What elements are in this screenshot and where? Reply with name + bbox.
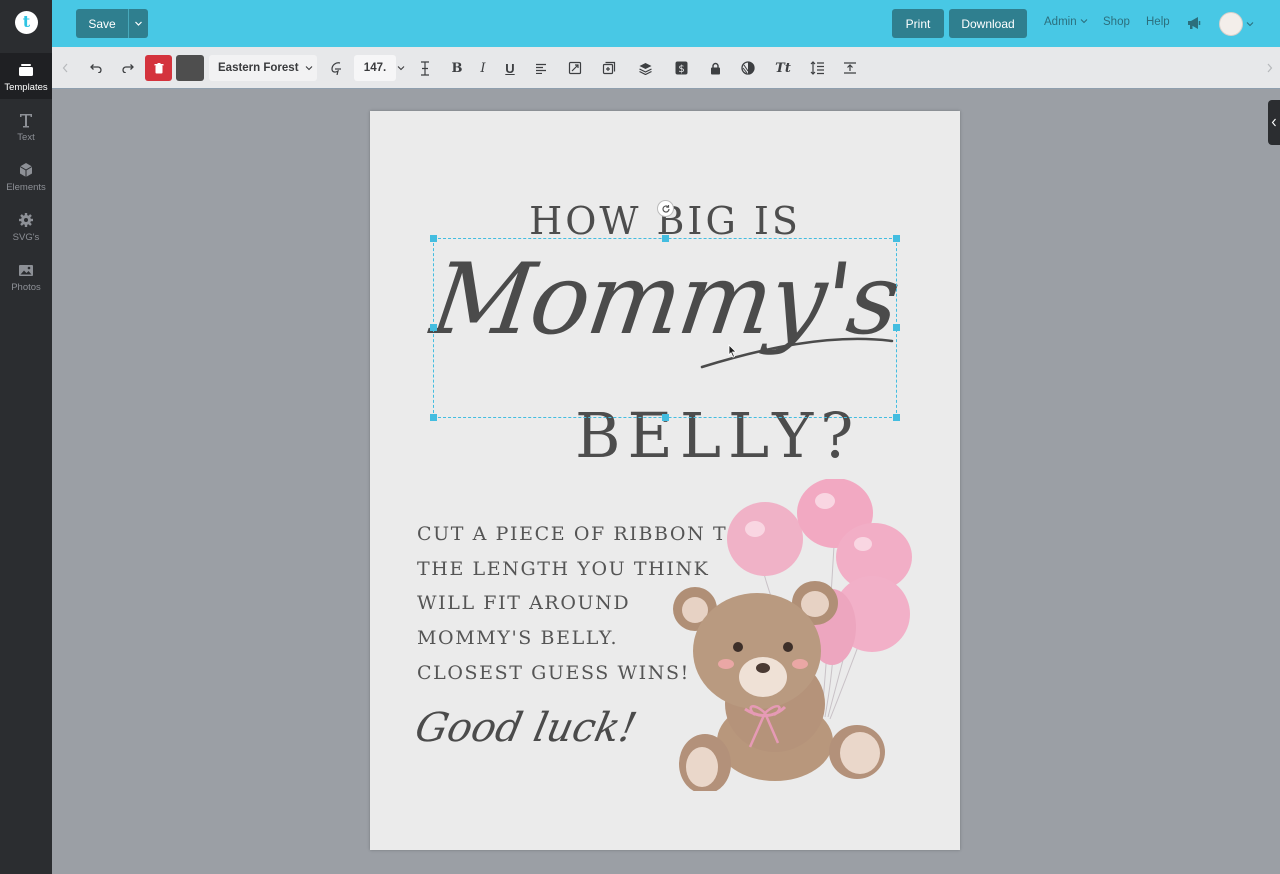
chevron-left-icon xyxy=(1271,118,1276,127)
undo-icon xyxy=(89,64,102,73)
text-transform-button[interactable]: Tt xyxy=(771,57,795,79)
avatar[interactable] xyxy=(1219,12,1243,36)
resize-handle[interactable] xyxy=(430,324,437,331)
sidebar-item-label: Elements xyxy=(6,182,46,193)
align-left-icon xyxy=(536,63,546,74)
save-button-group: Save xyxy=(76,9,148,38)
chevron-left-icon xyxy=(62,63,67,73)
templates-icon xyxy=(19,64,33,76)
sign-off-text[interactable]: Good luck! xyxy=(411,705,640,751)
megaphone-icon[interactable] xyxy=(1186,15,1203,31)
chevron-down-icon[interactable] xyxy=(1246,20,1254,28)
selection-box[interactable] xyxy=(433,238,897,418)
font-family-select[interactable]: Eastern Forest xyxy=(209,55,317,81)
chevron-down-icon xyxy=(305,66,312,71)
glyphs-button[interactable] xyxy=(325,57,347,79)
svg-text:$: $ xyxy=(678,64,684,75)
editor-toolbar: Eastern Forest 147. B I U $ Tt xyxy=(52,47,1280,89)
resize-handle[interactable] xyxy=(430,235,437,242)
text-size-icon: Tt xyxy=(775,60,791,76)
redo-icon xyxy=(121,64,134,73)
lock-icon xyxy=(710,62,720,74)
bold-button[interactable]: B xyxy=(447,57,467,79)
opacity-button[interactable] xyxy=(737,57,759,79)
layers-button[interactable] xyxy=(634,57,656,79)
left-sidebar: t Templates Text Elements SVG's Photos xyxy=(0,0,52,874)
elements-icon xyxy=(19,163,33,177)
resize-button[interactable] xyxy=(564,57,586,79)
text-icon xyxy=(20,114,32,128)
toolbar-scroll-left[interactable] xyxy=(58,57,72,79)
redo-button[interactable] xyxy=(117,57,139,79)
italic-button[interactable]: I xyxy=(473,57,493,79)
admin-menu-label: Admin xyxy=(1044,16,1077,28)
trash-icon xyxy=(154,62,163,73)
vertical-align-button[interactable] xyxy=(839,57,861,79)
rotate-icon xyxy=(661,204,670,213)
price-button[interactable]: $ xyxy=(670,57,692,79)
chevron-right-icon xyxy=(1267,63,1272,73)
opacity-icon xyxy=(741,61,755,75)
line-height-button[interactable] xyxy=(806,57,828,79)
undo-button[interactable] xyxy=(84,57,106,79)
resize-handle[interactable] xyxy=(662,414,669,421)
sidebar-item-templates[interactable]: Templates xyxy=(0,53,52,99)
save-options-button[interactable] xyxy=(128,9,148,38)
download-button[interactable]: Download xyxy=(949,9,1027,38)
underline-icon: U xyxy=(505,60,515,76)
italic-icon: I xyxy=(480,60,486,76)
lock-button[interactable] xyxy=(704,57,726,79)
right-panel-toggle[interactable] xyxy=(1268,100,1280,145)
resize-icon xyxy=(568,61,582,75)
align-button[interactable] xyxy=(530,57,552,79)
sidebar-item-label: Photos xyxy=(11,282,41,293)
sidebar-item-elements[interactable]: Elements xyxy=(0,153,52,199)
resize-handle[interactable] xyxy=(893,235,900,242)
line-height-icon xyxy=(810,61,824,75)
letter-spacing-button[interactable] xyxy=(414,57,436,79)
sidebar-item-label: Templates xyxy=(4,82,48,93)
resize-handle[interactable] xyxy=(893,324,900,331)
sidebar-item-label: SVG's xyxy=(12,232,40,243)
text-cursor-icon xyxy=(421,60,429,76)
sidebar-item-svgs[interactable]: SVG's xyxy=(0,203,52,249)
layers-icon xyxy=(638,62,652,75)
chevron-down-icon xyxy=(397,66,405,71)
resize-handle[interactable] xyxy=(662,235,669,242)
resize-handle[interactable] xyxy=(893,414,900,421)
sidebar-item-photos[interactable]: Photos xyxy=(0,253,52,299)
duplicate-icon xyxy=(602,61,616,75)
glyph-icon xyxy=(331,62,341,75)
print-button[interactable]: Print xyxy=(892,9,944,38)
help-link[interactable]: Help xyxy=(1146,16,1170,28)
gear-icon xyxy=(19,213,33,227)
teddy-bear-balloons-image[interactable] xyxy=(660,479,930,791)
font-family-value: Eastern Forest xyxy=(218,62,299,74)
font-size-input[interactable]: 147. xyxy=(354,55,396,81)
rotate-handle[interactable] xyxy=(657,200,674,217)
app-logo[interactable]: t xyxy=(15,11,38,34)
chevron-down-icon xyxy=(1080,19,1088,24)
logo-letter: t xyxy=(22,12,31,31)
save-button[interactable]: Save xyxy=(76,9,128,38)
duplicate-button[interactable] xyxy=(598,57,620,79)
delete-button[interactable] xyxy=(145,55,172,81)
chevron-down-icon xyxy=(135,21,142,26)
dollar-icon: $ xyxy=(675,61,687,75)
text-color-swatch[interactable] xyxy=(176,55,204,81)
admin-menu[interactable]: Admin xyxy=(1044,16,1088,28)
bold-icon: B xyxy=(451,60,463,76)
shop-link[interactable]: Shop xyxy=(1103,16,1130,28)
toolbar-scroll-right[interactable] xyxy=(1262,57,1276,79)
top-bar: Save Print Download Admin Shop Help xyxy=(52,0,1280,47)
photos-icon xyxy=(19,265,33,276)
underline-button[interactable]: U xyxy=(500,57,520,79)
mouse-cursor-icon xyxy=(728,344,737,358)
design-canvas[interactable]: HOW BIG IS Mommy's BELLY? CUT A PIECE OF… xyxy=(370,111,960,850)
sidebar-item-text[interactable]: Text xyxy=(0,103,52,149)
resize-handle[interactable] xyxy=(430,414,437,421)
sidebar-item-label: Text xyxy=(17,132,35,143)
font-size-dropdown[interactable] xyxy=(395,57,407,79)
vertical-align-icon xyxy=(844,62,856,74)
